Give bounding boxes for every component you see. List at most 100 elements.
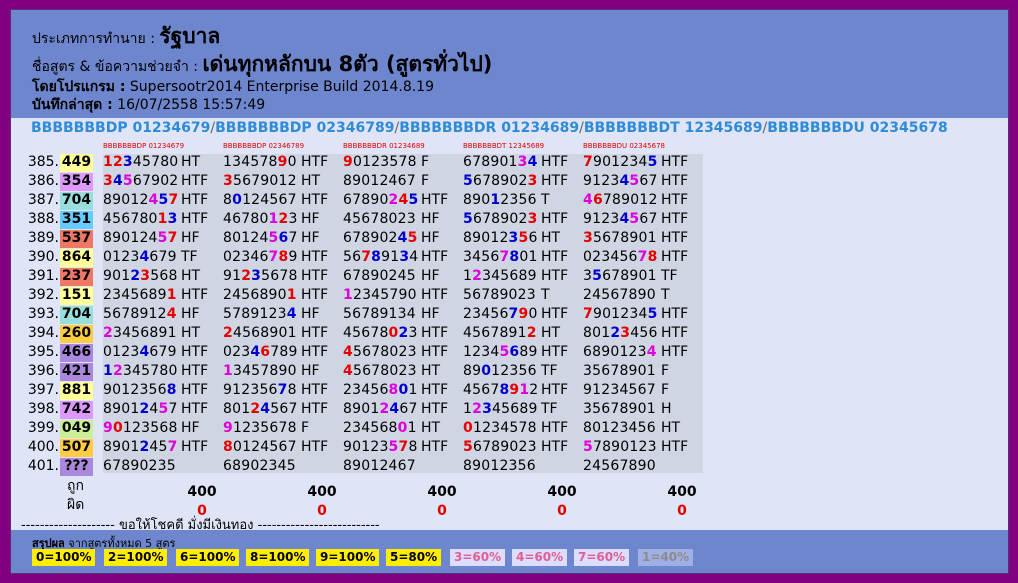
digit: 4	[619, 173, 630, 189]
digit: 5	[131, 325, 141, 341]
digit: 2	[139, 192, 149, 208]
digit: 1	[232, 420, 243, 436]
draw-index: 392.	[27, 287, 59, 303]
digit: 5	[261, 268, 271, 284]
digit: 6	[602, 268, 612, 284]
digit: 0	[499, 154, 509, 170]
formula-cell: 01234679 HTF	[103, 344, 223, 363]
hit-count: 400	[667, 484, 697, 500]
digit: 9	[223, 382, 233, 398]
digit: 7	[408, 401, 418, 417]
digit: 3	[482, 268, 492, 284]
digit: 0	[232, 192, 243, 208]
digit: 2	[518, 211, 528, 227]
digit: 8	[103, 439, 113, 455]
cell-position-code: HTF	[661, 192, 689, 208]
cell-digits: 56789023	[463, 439, 537, 455]
digit: 9	[472, 230, 482, 246]
digit: 2	[148, 458, 158, 474]
cell-digits: 91235678	[223, 420, 297, 436]
digit: 5	[268, 230, 279, 246]
formula-cell: 80123456 HT	[583, 420, 703, 439]
cell-digits: 45678023	[343, 363, 417, 379]
formula-cell: 24568901 HTF	[223, 287, 343, 306]
digit: 3	[251, 268, 262, 284]
formula-cell: 24567890	[583, 458, 703, 477]
digit: 5	[583, 439, 593, 455]
digit: 8	[379, 325, 389, 341]
cell-position-code: HTF	[421, 287, 449, 303]
digit: 6	[463, 154, 473, 170]
digit: 8	[103, 192, 113, 208]
digit: 7	[287, 439, 297, 455]
digit: 7	[268, 249, 279, 265]
cell-position-code: HF	[421, 306, 440, 322]
draw-index: 397.	[27, 382, 59, 398]
digit: 2	[223, 287, 233, 303]
cell-digits: 91234567	[583, 382, 656, 398]
cell-digits: 02346789	[223, 344, 298, 360]
digit: 2	[343, 382, 353, 398]
cell-position-code: HT	[181, 154, 201, 170]
digit: 9	[112, 439, 122, 455]
digit: 0	[407, 287, 417, 303]
digit: 8	[148, 287, 158, 303]
digit: 6	[510, 401, 520, 417]
digit: 4	[409, 249, 419, 265]
formula-cell: 91234567 HTF	[583, 211, 703, 230]
digit: 9	[103, 420, 113, 436]
digit: 3	[362, 287, 372, 303]
digit: 1	[343, 287, 353, 303]
formula-column-header: BBBBBBBDT 12345689	[463, 142, 545, 150]
digit: 0	[121, 230, 131, 246]
formula-cell: 23456891 HTF	[103, 287, 223, 306]
saved-line: บันทึกล่าสุด : 16/07/2558 15:57:49	[32, 94, 265, 116]
digit: 4	[491, 268, 501, 284]
cell-digits: 91234567	[583, 211, 658, 227]
digit: 4	[166, 306, 177, 322]
digit: 8	[241, 306, 251, 322]
formula-cell: 46789012 HTF	[583, 192, 703, 211]
cell-position-code: HTF	[181, 287, 209, 303]
digit: 4	[148, 230, 158, 246]
digit: 7	[158, 344, 168, 360]
formula-cell: 35678901 F	[583, 363, 703, 382]
digit: 4	[122, 325, 132, 341]
digit: 0	[121, 401, 131, 417]
cell-digits: 12345790	[343, 287, 417, 303]
formula-cell: 57890123 HTF	[583, 439, 703, 458]
digit: 7	[361, 249, 372, 265]
digit: 5	[158, 439, 168, 455]
digit: 2	[628, 344, 638, 360]
digit: 2	[398, 344, 408, 360]
digit: 7	[371, 363, 381, 379]
digit: 0	[398, 382, 409, 398]
cell-digits: 91235678	[223, 382, 297, 398]
digit: 2	[638, 439, 648, 455]
digit: 4	[398, 192, 409, 208]
digit: 0	[277, 287, 287, 303]
formula-cell: 01234679 TF	[103, 249, 223, 268]
digit: 6	[157, 382, 167, 398]
digit: 7	[406, 173, 416, 189]
digit: 2	[379, 401, 390, 417]
cell-digits: 35678901	[583, 268, 657, 284]
digit: 1	[517, 325, 527, 341]
formula-cell: 90123578 HTF	[343, 439, 463, 458]
digit: 3	[141, 420, 151, 436]
digit: 6	[628, 249, 638, 265]
cell-position-code: HTF	[661, 306, 689, 322]
formula-name-label: ชื่อสูตร & ข้อความช่วยจำ :	[32, 59, 198, 75]
digit: 6	[499, 306, 509, 322]
digit: 3	[583, 401, 593, 417]
digit: 8	[160, 154, 170, 170]
draw-index: 385.	[27, 154, 59, 170]
digit: 5	[406, 268, 416, 284]
digit: 3	[526, 287, 536, 303]
digit: 8	[463, 363, 473, 379]
digit: 1	[167, 325, 177, 341]
digit: 9	[509, 382, 520, 398]
formula-cell: 45678023 HTF	[343, 325, 463, 344]
digit: 7	[518, 420, 528, 436]
draw-number: 881	[60, 382, 93, 400]
